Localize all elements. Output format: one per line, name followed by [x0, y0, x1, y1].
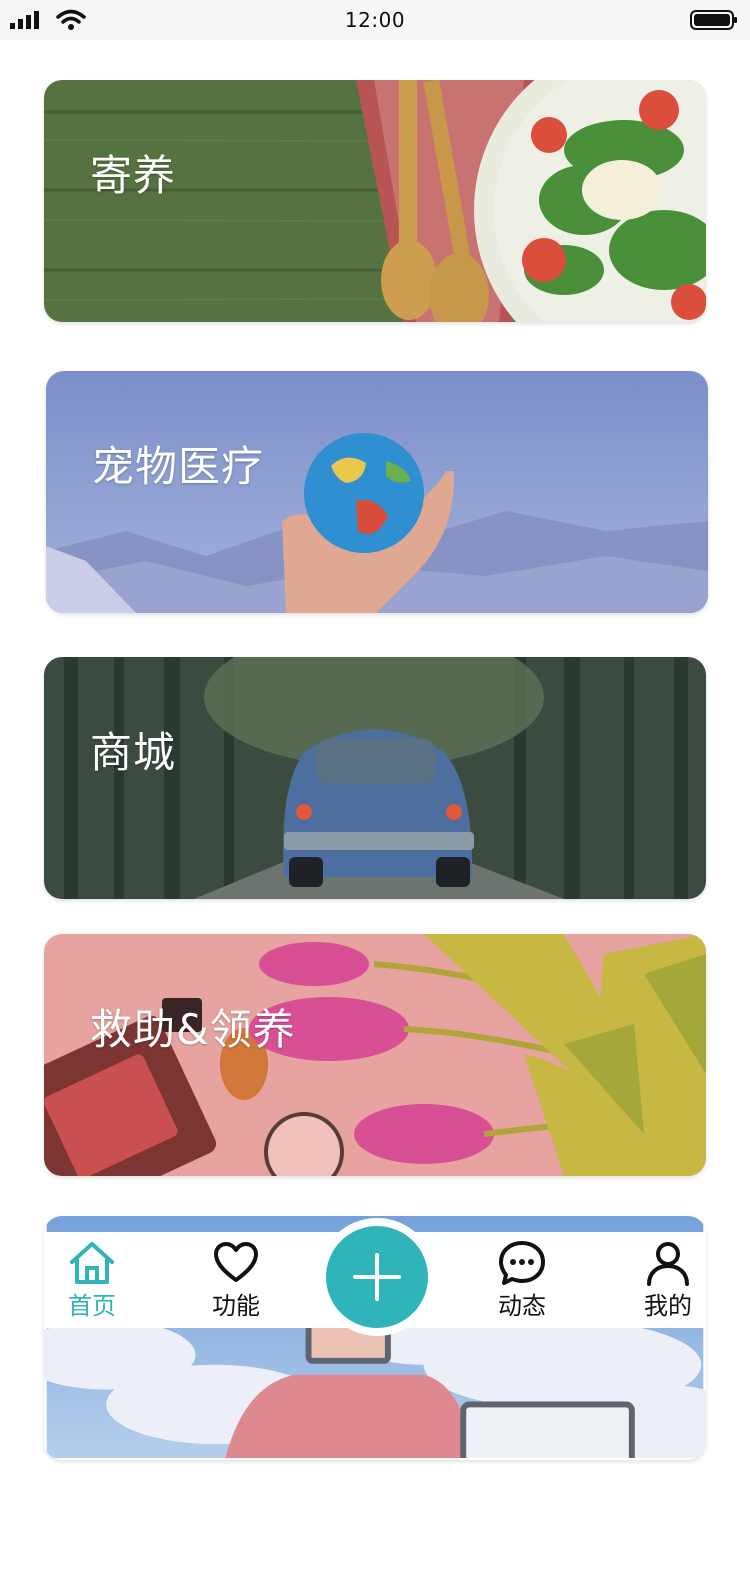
- tab-home-label: 首页: [68, 1292, 116, 1320]
- heart-icon: [214, 1242, 258, 1282]
- card-foster-care[interactable]: 寄养: [44, 80, 706, 322]
- status-time: 12:00: [344, 8, 406, 32]
- tab-home[interactable]: 首页: [42, 1232, 142, 1328]
- card-label: 宠物医疗: [92, 442, 265, 491]
- card-mall[interactable]: 商城: [44, 657, 706, 899]
- card-label: 寄养: [90, 151, 177, 200]
- tab-mine-label: 我的: [644, 1292, 692, 1320]
- card-pet-medical[interactable]: 宠物医疗: [46, 371, 708, 613]
- status-bar: 12:00: [0, 0, 750, 40]
- tab-functions-label: 功能: [212, 1292, 260, 1320]
- card-label: 救助&领养: [90, 1005, 296, 1054]
- tab-feed[interactable]: 动态: [472, 1232, 572, 1328]
- tab-mine[interactable]: 我的: [618, 1232, 718, 1328]
- chat-bubble-icon: [499, 1241, 545, 1285]
- tab-functions[interactable]: 功能: [186, 1232, 286, 1328]
- home-icon: [70, 1242, 114, 1284]
- plus-icon: [353, 1253, 401, 1301]
- card-label: 商城: [90, 728, 177, 777]
- user-icon: [647, 1242, 689, 1286]
- battery-icon: [690, 10, 737, 30]
- card-rescue-adoption[interactable]: 救助&领养: [44, 934, 706, 1176]
- add-button[interactable]: [326, 1226, 428, 1328]
- tab-feed-label: 动态: [498, 1292, 546, 1320]
